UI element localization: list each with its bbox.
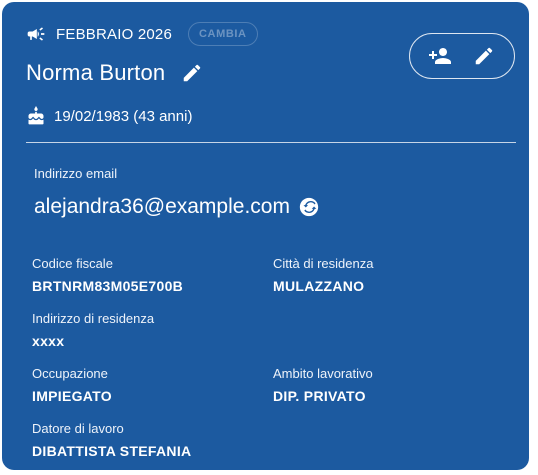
ambito-label: Ambito lavorativo <box>273 366 373 381</box>
indirizzo-label: Indirizzo di residenza <box>32 311 155 326</box>
actions-group <box>409 33 515 79</box>
indirizzo-value: xxxx <box>32 333 65 349</box>
month-row: FEBBRAIO 2026 CAMBIA <box>26 22 258 46</box>
edit-button[interactable] <box>471 43 497 69</box>
name-row: Norma Burton <box>26 60 203 86</box>
birth-date: 19/02/1983 (43 anni) <box>54 107 193 125</box>
person-add-icon <box>429 48 451 64</box>
citta-value: MULAZZANO <box>273 278 365 294</box>
citta-label: Città di residenza <box>273 256 374 271</box>
edit-name-icon[interactable] <box>181 62 203 84</box>
birth-row: 19/02/1983 (43 anni) <box>26 106 192 126</box>
ambito-value: DIP. PRIVATO <box>273 388 366 404</box>
pencil-icon <box>475 47 493 65</box>
add-person-button[interactable] <box>427 43 453 69</box>
cake-icon <box>26 106 46 126</box>
change-month-button[interactable]: CAMBIA <box>188 22 258 46</box>
month-label: FEBBRAIO 2026 <box>56 25 172 43</box>
sync-icon[interactable] <box>298 196 320 218</box>
customer-name: Norma Burton <box>26 60 166 85</box>
email-value: alejandra36@example.com <box>34 195 290 218</box>
datore-value: DIBATTISTA STEFANIA <box>32 443 192 459</box>
email-row: alejandra36@example.com <box>34 195 320 219</box>
email-label: Indirizzo email <box>34 166 118 181</box>
codice-fiscale-label: Codice fiscale <box>32 256 113 271</box>
customer-card: FEBBRAIO 2026 CAMBIA Norma Burton 19/02/… <box>2 2 529 470</box>
occupazione-value: IMPIEGATO <box>32 388 112 404</box>
divider <box>26 142 516 143</box>
occupazione-label: Occupazione <box>32 366 108 381</box>
codice-fiscale-value: BRTNRM83M05E700B <box>32 278 184 294</box>
datore-label: Datore di lavoro <box>32 421 124 436</box>
megaphone-icon <box>26 24 46 44</box>
